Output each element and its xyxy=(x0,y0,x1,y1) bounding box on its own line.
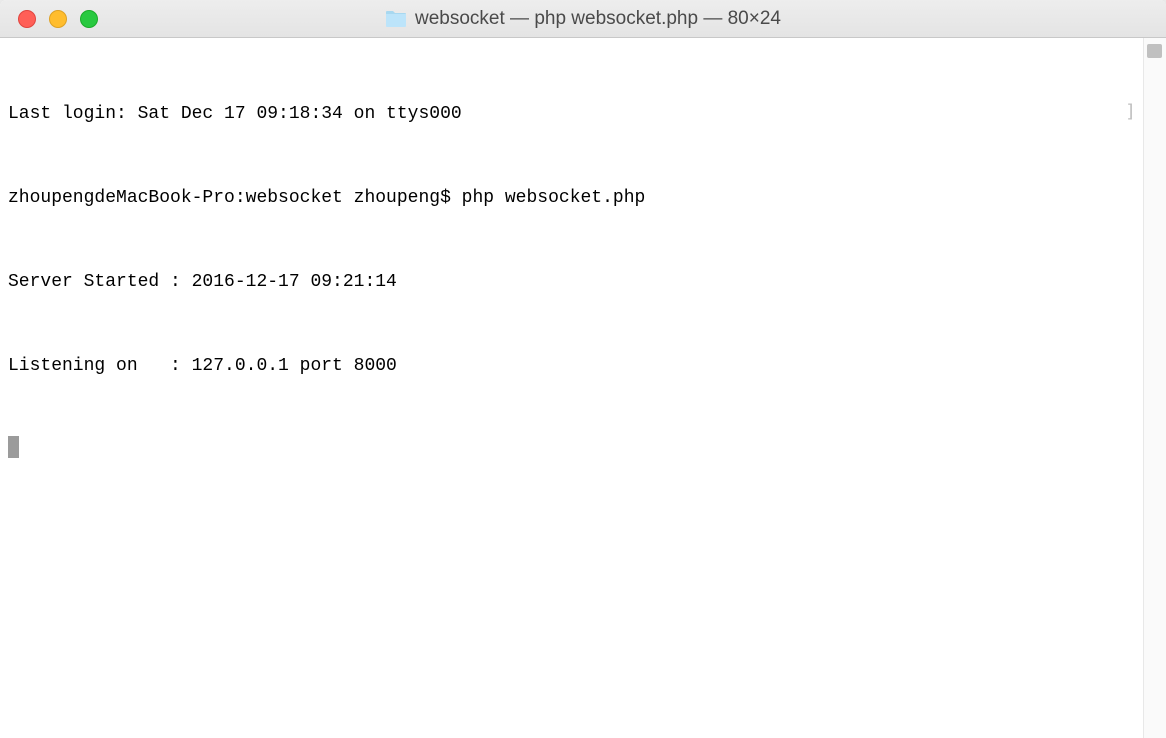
terminal-line: Last login: Sat Dec 17 09:18:34 on ttys0… xyxy=(8,100,1135,128)
scroll-indicator-icon[interactable] xyxy=(1147,44,1162,58)
terminal-wrapper: Last login: Sat Dec 17 09:18:34 on ttys0… xyxy=(0,38,1166,738)
terminal-cursor-line xyxy=(8,436,1135,464)
scrollbar-track[interactable] xyxy=(1143,38,1166,738)
terminal-content[interactable]: Last login: Sat Dec 17 09:18:34 on ttys0… xyxy=(0,38,1143,738)
bracket-decoration: ] xyxy=(1125,101,1136,122)
terminal-window: websocket — php websocket.php — 80×24 La… xyxy=(0,0,1166,738)
cursor-icon xyxy=(8,436,19,458)
window-title-container: websocket — php websocket.php — 80×24 xyxy=(0,0,1166,37)
titlebar[interactable]: websocket — php websocket.php — 80×24 xyxy=(0,0,1166,38)
window-title: websocket — php websocket.php — 80×24 xyxy=(415,8,781,30)
minimize-button[interactable] xyxy=(49,10,67,28)
terminal-line: Server Started : 2016-12-17 09:21:14 xyxy=(8,268,1135,296)
maximize-button[interactable] xyxy=(80,10,98,28)
traffic-lights xyxy=(0,10,98,28)
terminal-line: zhoupengdeMacBook-Pro:websocket zhoupeng… xyxy=(8,184,1135,212)
terminal-line: Listening on : 127.0.0.1 port 8000 xyxy=(8,352,1135,380)
folder-icon xyxy=(385,10,407,28)
close-button[interactable] xyxy=(18,10,36,28)
